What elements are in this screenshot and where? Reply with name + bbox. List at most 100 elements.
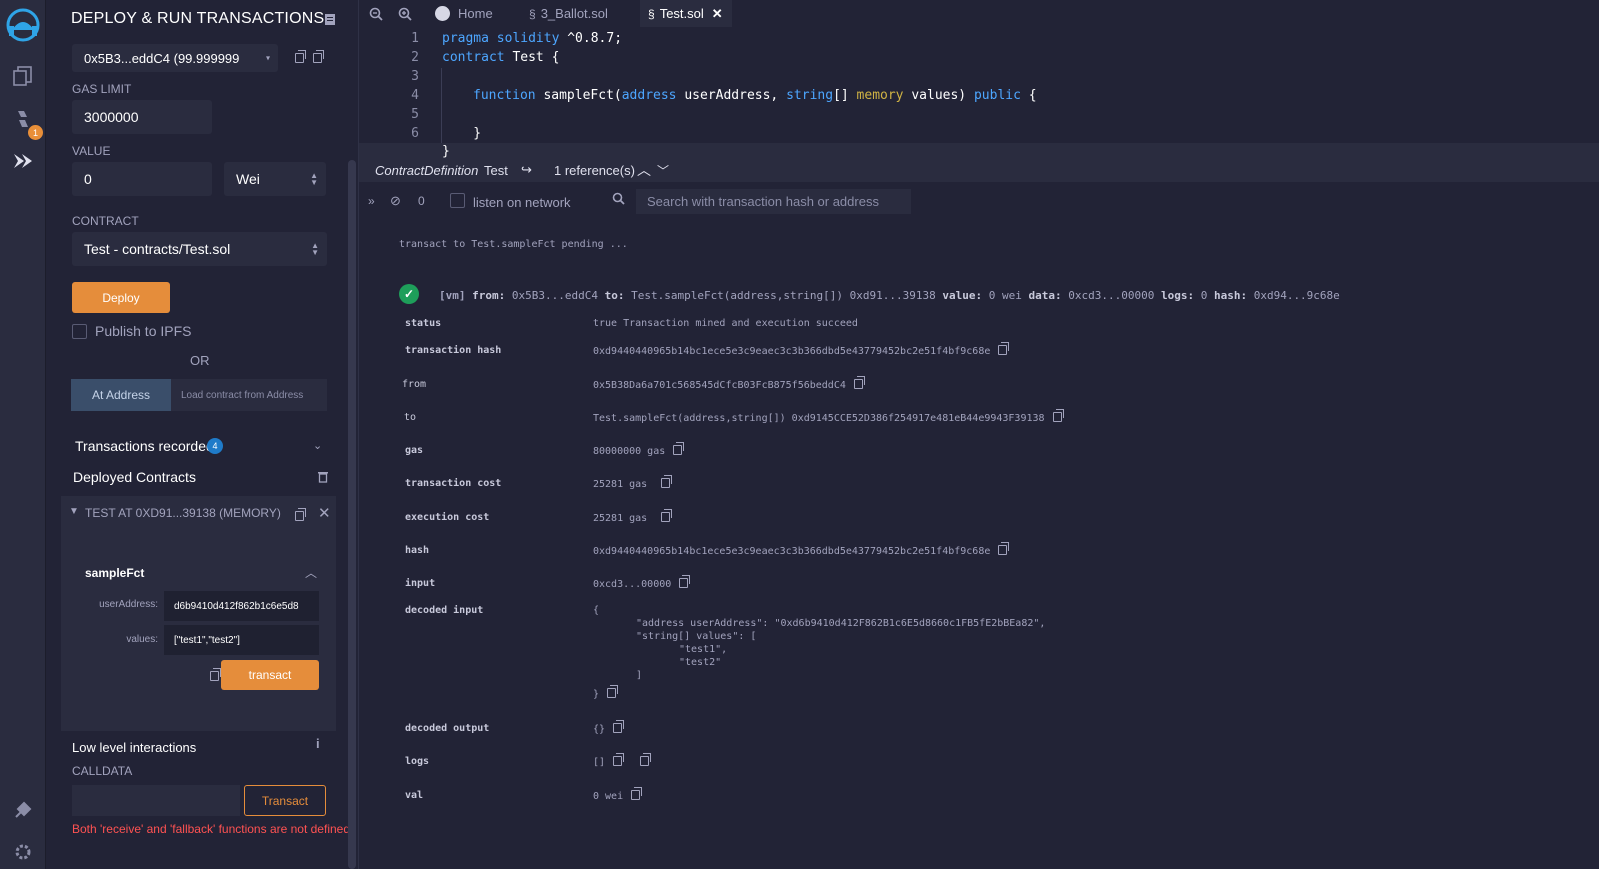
copy-address-icon[interactable] bbox=[287, 507, 306, 525]
close-tab-icon[interactable]: ✕ bbox=[712, 6, 723, 22]
low-level-transact-button[interactable]: Transact bbox=[244, 785, 326, 816]
remix-logo-icon[interactable] bbox=[4, 6, 42, 44]
chevron-down-icon[interactable]: ﹀ bbox=[657, 162, 669, 179]
contract-select-value: Test - contracts/Test.sol bbox=[84, 241, 231, 257]
sign-message-icon[interactable] bbox=[305, 49, 324, 67]
copy-icon[interactable] bbox=[607, 685, 619, 698]
tab-ballot-label: 3_Ballot.sol bbox=[540, 6, 608, 21]
param-values-input[interactable]: ["test1","test2"] bbox=[164, 625, 319, 655]
tx-detail-key: status bbox=[405, 318, 442, 329]
chevron-up-icon[interactable]: ︿ bbox=[637, 160, 651, 180]
publish-ipfs-checkbox[interactable] bbox=[72, 324, 87, 339]
deployed-contracts-label: Deployed Contracts bbox=[73, 469, 196, 485]
file-explorer-icon[interactable] bbox=[11, 64, 35, 88]
panel-scrollbar[interactable] bbox=[348, 160, 356, 869]
value-unit-select[interactable]: Wei ▲ ▼ bbox=[224, 162, 326, 196]
zoom-in-icon[interactable] bbox=[398, 0, 412, 27]
code-token: { bbox=[1020, 88, 1037, 103]
instance-title[interactable]: TEST AT 0XD91...39138 (MEMORY) bbox=[85, 506, 281, 520]
tab-home[interactable]: Home bbox=[431, 0, 511, 27]
transact-button[interactable]: transact bbox=[221, 660, 319, 690]
copy-calldata-icon[interactable] bbox=[202, 667, 221, 685]
collapse-terminal-icon[interactable]: » bbox=[368, 194, 375, 208]
info-icon[interactable]: i bbox=[316, 736, 320, 751]
copy-icon[interactable] bbox=[1052, 409, 1064, 422]
trash-icon[interactable] bbox=[317, 470, 329, 488]
copy-icon[interactable] bbox=[853, 376, 865, 389]
tab-test-sol[interactable]: § Test.sol ✕ bbox=[640, 0, 732, 27]
copy-icon[interactable] bbox=[679, 575, 691, 588]
summary-value: Test.sampleFct(address,string[]) 0xd91..… bbox=[631, 289, 936, 302]
solidity-file-icon: § bbox=[648, 6, 655, 21]
copy-icon[interactable] bbox=[613, 720, 625, 733]
copy-icon[interactable] bbox=[613, 753, 625, 766]
settings-gear-icon[interactable] bbox=[11, 840, 35, 864]
chevron-up-icon[interactable]: ︿ bbox=[305, 564, 317, 581]
close-icon[interactable]: ✕ bbox=[318, 504, 331, 522]
tx-summary[interactable]: [vm] from: 0x5B3...eddC4 to: Test.sample… bbox=[439, 289, 1340, 302]
code-token: memory bbox=[856, 88, 904, 103]
copy-icon[interactable] bbox=[631, 787, 643, 800]
tx-detail-key: val bbox=[405, 790, 424, 801]
copy-icon[interactable] bbox=[673, 442, 685, 455]
summary-key: value: bbox=[942, 289, 983, 302]
tx-search-input[interactable]: Search with transaction hash or address bbox=[636, 189, 911, 214]
fallback-error-text: Both 'receive' and 'fallback' functions … bbox=[72, 822, 351, 836]
compiler-badge: 1 bbox=[28, 125, 43, 140]
remix-ide: 1 DEPLOY & RUN TRANSACTIONS 0x5B3...eddC… bbox=[0, 0, 1599, 869]
at-address-button[interactable]: At Address bbox=[71, 379, 171, 411]
summary-value: 0xcd3...00000 bbox=[1068, 289, 1155, 302]
chevron-down-icon[interactable]: ⌄ bbox=[313, 439, 322, 452]
gas-value: 80000000 gas bbox=[593, 446, 666, 457]
param-useraddress-input[interactable]: d6b9410d412f862b1c6e5d8 bbox=[164, 591, 319, 621]
copy-icon[interactable] bbox=[661, 475, 673, 488]
or-divider-label: OR bbox=[190, 353, 210, 368]
decoded-input-line: } bbox=[593, 689, 600, 700]
listen-network-checkbox[interactable] bbox=[450, 193, 465, 208]
copy-icon[interactable] bbox=[661, 509, 673, 522]
decoded-input-line: "string[] values": [ bbox=[636, 631, 757, 642]
contract-select[interactable]: Test - contracts/Test.sol ▲ ▼ bbox=[72, 232, 327, 266]
tx-detail-key: decoded input bbox=[405, 605, 484, 616]
hash-value: 0xd9440440965b14bc1ece5e3c9eaec3c3b366db… bbox=[593, 546, 991, 557]
clear-console-icon[interactable]: ⊘ bbox=[390, 193, 401, 209]
tx-detail-value: 0xd9440440965b14bc1ece5e3c9eaec3c3b366db… bbox=[593, 542, 1010, 557]
pending-tx-count: 0 bbox=[418, 194, 425, 208]
code-editor[interactable]: 1 2 3 4 5 6 7 pragma solidity ^0.8.7; co… bbox=[359, 28, 1599, 160]
line-number: 3 bbox=[411, 69, 419, 84]
copy-icon[interactable] bbox=[998, 342, 1010, 355]
contract-label: CONTRACT bbox=[72, 214, 139, 228]
transactions-count-badge: 4 bbox=[207, 438, 223, 454]
gas-limit-input[interactable]: 3000000 bbox=[72, 100, 212, 134]
at-address-input[interactable]: Load contract from Address bbox=[171, 379, 327, 411]
documentation-icon[interactable] bbox=[324, 13, 336, 31]
select-arrows-icon: ▲ ▼ bbox=[311, 241, 319, 257]
value-input[interactable]: 0 bbox=[72, 162, 212, 196]
plugin-manager-icon[interactable] bbox=[11, 798, 35, 822]
param-useraddress-label: userAddress: bbox=[99, 599, 158, 610]
account-select[interactable]: 0x5B3...eddC4 (99.999999 ▾ bbox=[72, 44, 278, 72]
copy-icon[interactable] bbox=[640, 753, 652, 766]
calldata-label: CALLDATA bbox=[72, 764, 133, 778]
line-number: 6 bbox=[411, 126, 419, 141]
tx-cost-value: 25281 gas bbox=[593, 479, 648, 490]
exec-cost-value: 25281 gas bbox=[593, 513, 648, 524]
logs-value: [] bbox=[593, 757, 606, 768]
deploy-button[interactable]: Deploy bbox=[72, 282, 170, 313]
code-token: contract bbox=[442, 50, 505, 65]
transactions-recorded-label[interactable]: Transactions recorded bbox=[75, 438, 214, 454]
deploy-run-icon[interactable] bbox=[11, 149, 35, 173]
panel-title: DEPLOY & RUN TRANSACTIONS bbox=[71, 10, 325, 27]
ref-count: 1 reference(s) bbox=[554, 163, 635, 178]
calldata-input[interactable] bbox=[72, 785, 240, 816]
go-to-definition-icon[interactable]: ↪ bbox=[521, 162, 532, 178]
tx-details-table: status true Transaction mined and execut… bbox=[359, 318, 1599, 838]
summary-key: from: bbox=[472, 289, 506, 302]
home-remix-icon bbox=[435, 6, 450, 21]
copy-icon[interactable] bbox=[998, 542, 1010, 555]
zoom-out-icon[interactable] bbox=[369, 0, 383, 27]
code-token: Test { bbox=[504, 50, 560, 65]
chevron-down-icon[interactable]: ▼ bbox=[69, 506, 79, 517]
tab-ballot[interactable]: § 3_Ballot.sol bbox=[519, 0, 629, 27]
copy-account-icon[interactable] bbox=[287, 49, 306, 67]
